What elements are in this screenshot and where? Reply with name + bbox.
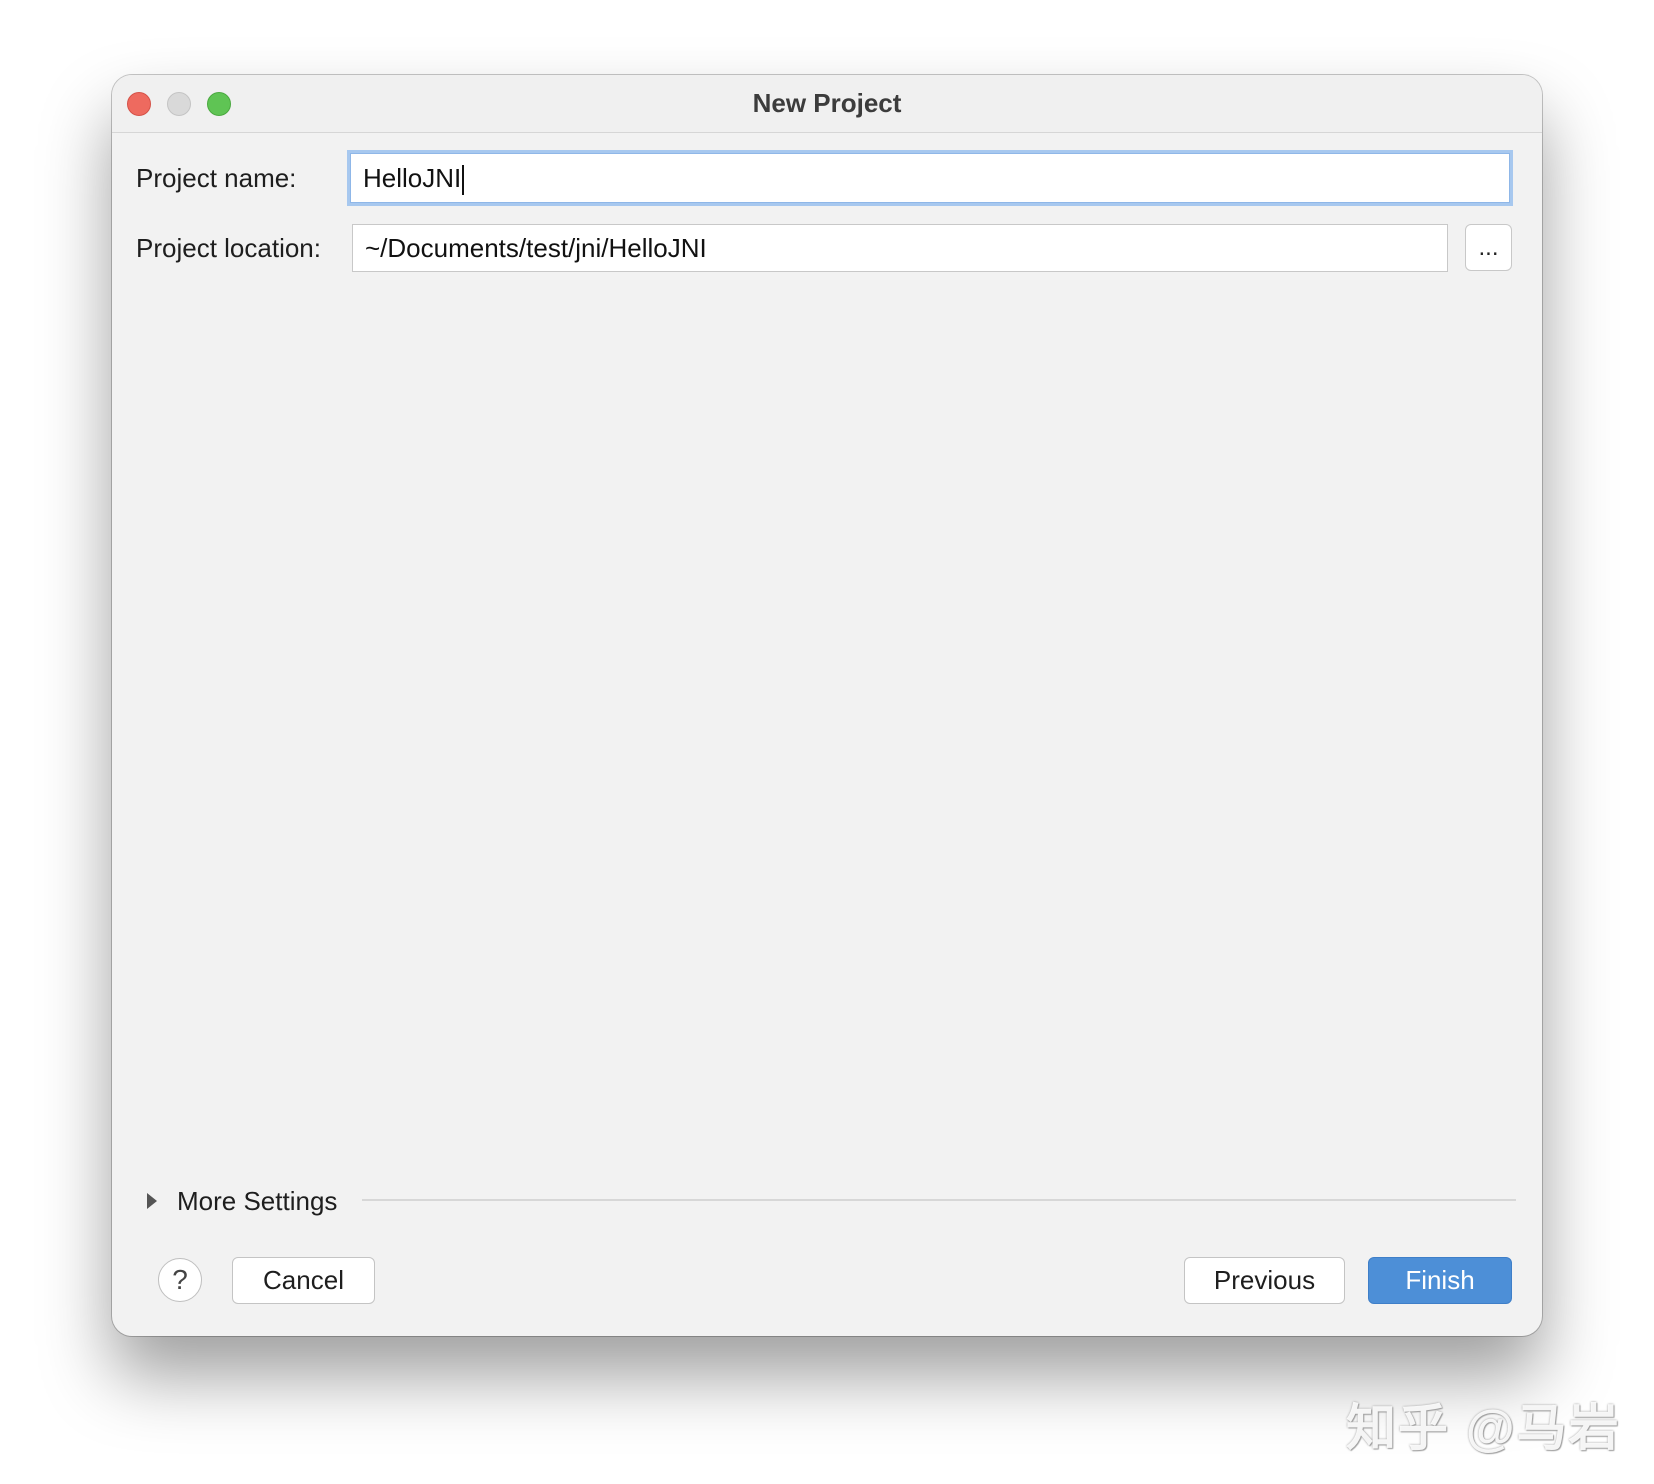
watermark: 知乎 @马岩 [1346, 1400, 1621, 1456]
project-location-input[interactable]: ~/Documents/test/jni/HelloJNI [352, 224, 1448, 272]
text-caret [462, 165, 465, 196]
project-location-value: ~/Documents/test/jni/HelloJNI [365, 233, 707, 263]
project-name-value: HelloJNI [363, 163, 462, 193]
project-location-label: Project location: [136, 233, 321, 263]
cancel-button[interactable]: Cancel [232, 1257, 375, 1304]
help-button[interactable]: ? [158, 1258, 202, 1302]
project-name-input[interactable]: HelloJNI [350, 153, 1510, 203]
previous-button[interactable]: Previous [1184, 1257, 1345, 1304]
settings-divider [362, 1199, 1516, 1201]
more-settings-toggle[interactable]: More Settings [144, 1183, 337, 1219]
finish-button[interactable]: Finish [1368, 1257, 1512, 1304]
dialog-title: New Project [752, 88, 902, 118]
project-name-label: Project name: [136, 163, 297, 193]
more-settings-label: More Settings [177, 1185, 338, 1216]
new-project-dialog: New Project Project name: HelloJNI Proje… [112, 75, 1542, 1336]
expand-triangle-icon [147, 1193, 157, 1209]
browse-location-button[interactable]: ... [1465, 224, 1512, 271]
title-bar: New Project [112, 75, 1542, 133]
